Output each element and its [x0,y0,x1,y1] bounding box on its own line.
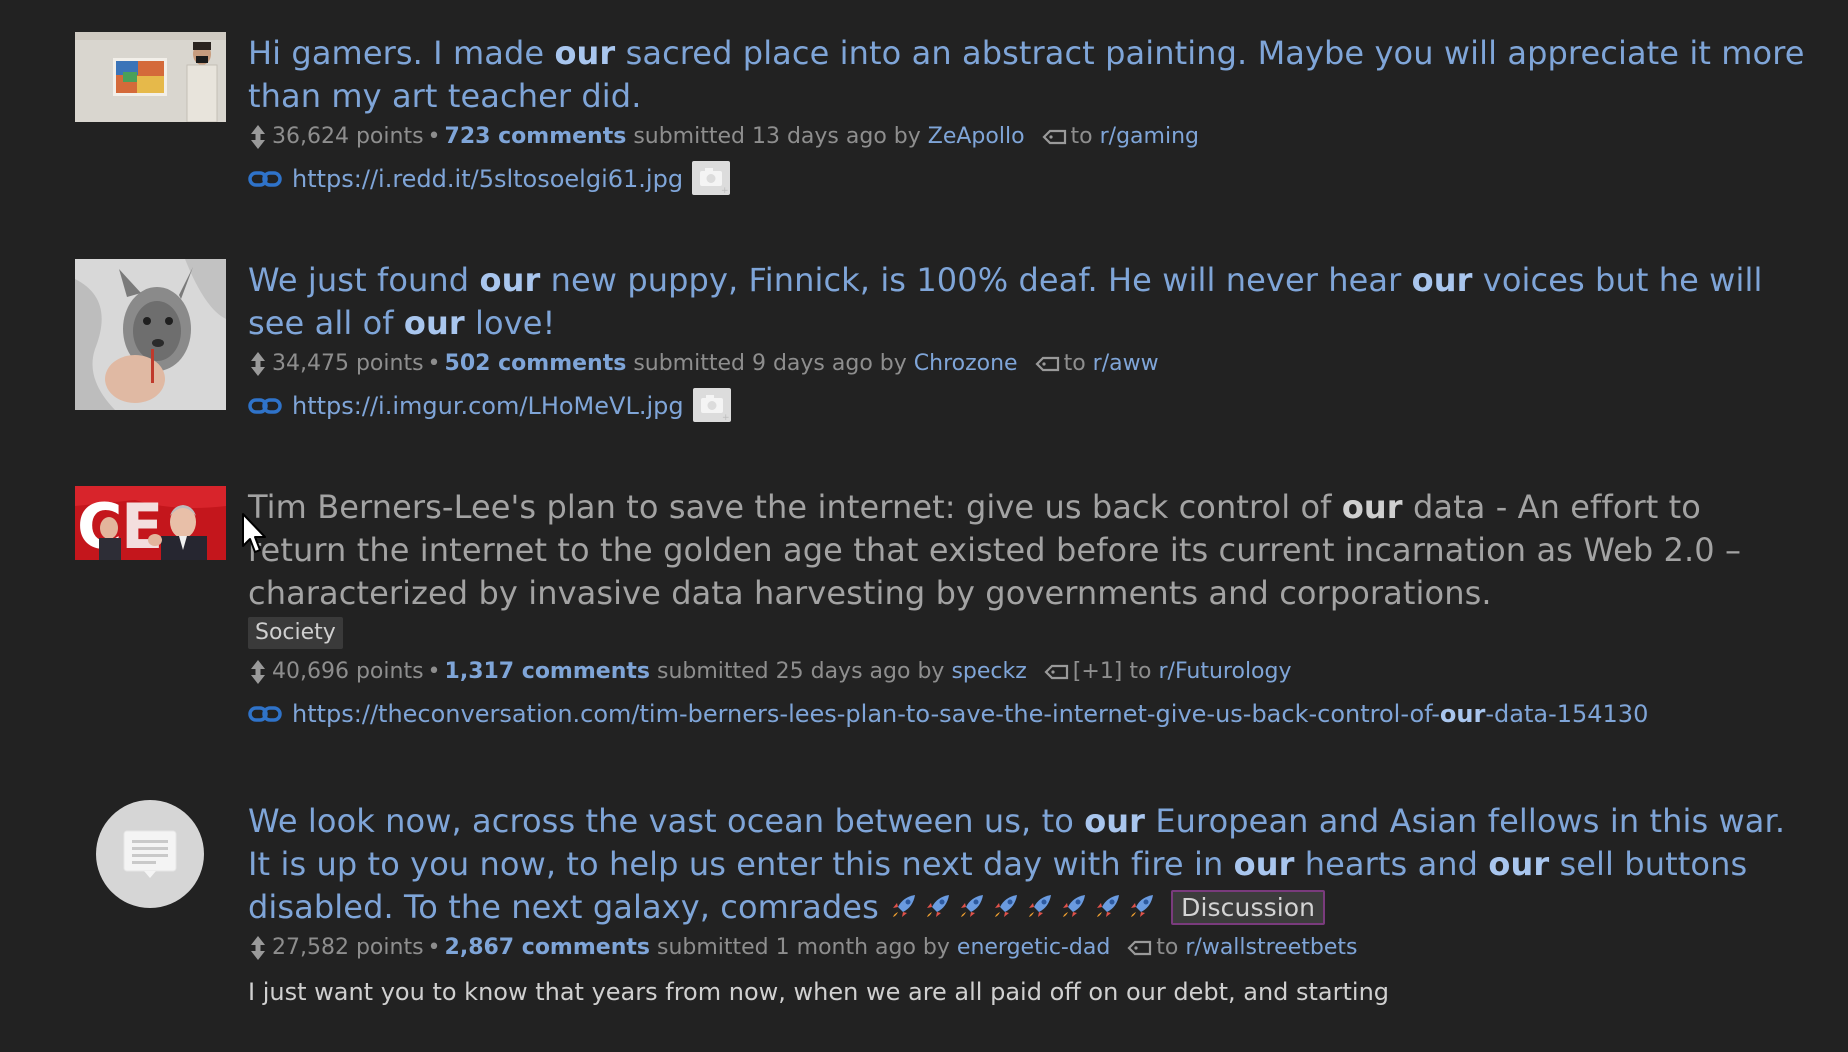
comments-link[interactable]: 502 comments [445,351,627,376]
post-title[interactable]: Hi gamers. I made our sacred place into … [248,32,1808,118]
crosspost-count[interactable]: [+1] [1073,659,1123,684]
post-meta: 34,475 points • 502 comments submitted 9 d… [248,349,1808,379]
vote-arrows-icon[interactable] [248,122,268,152]
rocket-emoji-icon [893,895,916,917]
comments-link[interactable]: 1,317 comments [445,659,650,684]
painting-photo-thumbnail-icon [75,32,226,122]
puppy-photo-thumbnail-icon [75,259,226,410]
post-url[interactable]: https://i.redd.it/5sltosoelgi61.jpg [292,165,683,193]
separator-dot: • [427,935,441,960]
link-chain-icon [248,171,282,187]
post-thumbnail[interactable] [75,32,226,122]
post-flair: Society [248,617,343,649]
rocket-emoji-icon [927,895,950,917]
post-meta: 40,696 points • 1,317 comments submitted 2… [248,657,1808,687]
svg-text:+: + [722,413,730,423]
post-url[interactable]: https://theconversation.com/tim-berners-… [292,700,1648,728]
rocket-emoji-icon [1029,895,1052,917]
to-text: to [1129,659,1152,684]
post-flair: Discussion [1171,890,1326,925]
subreddit-link[interactable]: r/gaming [1100,124,1199,149]
post-points: 27,582 points [272,935,424,960]
separator-dot: • [427,659,441,684]
post-meta: 27,582 points • 2,867 comments submitted 1… [248,933,1808,963]
to-text: to [1156,935,1179,960]
separator-dot: • [427,124,441,149]
post-url-line: https://theconversation.com/tim-berners-… [248,697,1808,731]
post-meta: 36,624 points • 723 comments submitted 13 … [248,122,1808,152]
image-preview-icon[interactable]: + [691,160,731,196]
author-link[interactable]: energetic-dad [957,935,1110,960]
rocket-emoji-icon [1063,895,1086,917]
author-link[interactable]: speckz [951,659,1026,684]
post-thumbnail[interactable] [96,800,204,908]
submitted-text: submitted 9 days ago by [633,351,907,376]
post-thumbnail[interactable]: C E [75,486,226,560]
post-points: 40,696 points [272,659,424,684]
vote-arrows-icon[interactable] [248,349,268,379]
link-chain-icon [248,398,282,414]
subreddit-link[interactable]: r/Futurology [1159,659,1292,684]
separator-dot: • [427,351,441,376]
rocket-emoji-icon [961,895,984,917]
post-points: 36,624 points [272,124,424,149]
tag-icon [1041,129,1066,145]
rocket-emoji-icon [1131,895,1154,917]
image-preview-icon[interactable]: + [692,387,732,423]
post-title[interactable]: We just found our new puppy, Finnick, is… [248,259,1808,345]
submitted-text: submitted 13 days ago by [633,124,921,149]
to-text: to [1070,124,1093,149]
svg-text:+: + [721,186,729,196]
vote-arrows-icon[interactable] [248,933,268,963]
self-text-icon [123,830,177,878]
post-url-line: https://i.imgur.com/LHoMeVL.jpg + [248,387,1808,423]
vote-arrows-icon[interactable] [248,657,268,687]
comments-link[interactable]: 2,867 comments [445,935,650,960]
post-title[interactable]: Tim Berners-Lee's plan to save the inter… [248,486,1808,615]
tag-icon [1127,940,1152,956]
post-title[interactable]: We look now, across the vast ocean betwe… [248,800,1808,929]
post-points: 34,475 points [272,351,424,376]
post-url[interactable]: https://i.imgur.com/LHoMeVL.jpg [292,392,684,420]
svg-text:E: E [121,490,163,560]
author-link[interactable]: Chrozone [914,351,1018,376]
subreddit-link[interactable]: r/wallstreetbets [1185,935,1357,960]
rocket-emoji-icon [1097,895,1120,917]
subreddit-link[interactable]: r/aww [1093,351,1159,376]
tag-icon [1035,356,1059,372]
post-url-line: https://i.redd.it/5sltosoelgi61.jpg + [248,160,1808,196]
comments-link[interactable]: 723 comments [445,124,627,149]
post-excerpt: I just want you to know that years from … [248,978,1390,1006]
author-link[interactable]: ZeApollo [928,124,1025,149]
to-text: to [1063,351,1086,376]
submitted-text: submitted 25 days ago by [656,659,945,684]
tag-icon [1044,664,1068,680]
speaker-photo-thumbnail-icon: C E [75,486,226,560]
link-chain-icon [248,706,282,722]
submitted-text: submitted 1 month ago by [656,935,950,960]
rocket-emoji-icon [995,895,1018,917]
post-thumbnail[interactable] [75,259,226,410]
